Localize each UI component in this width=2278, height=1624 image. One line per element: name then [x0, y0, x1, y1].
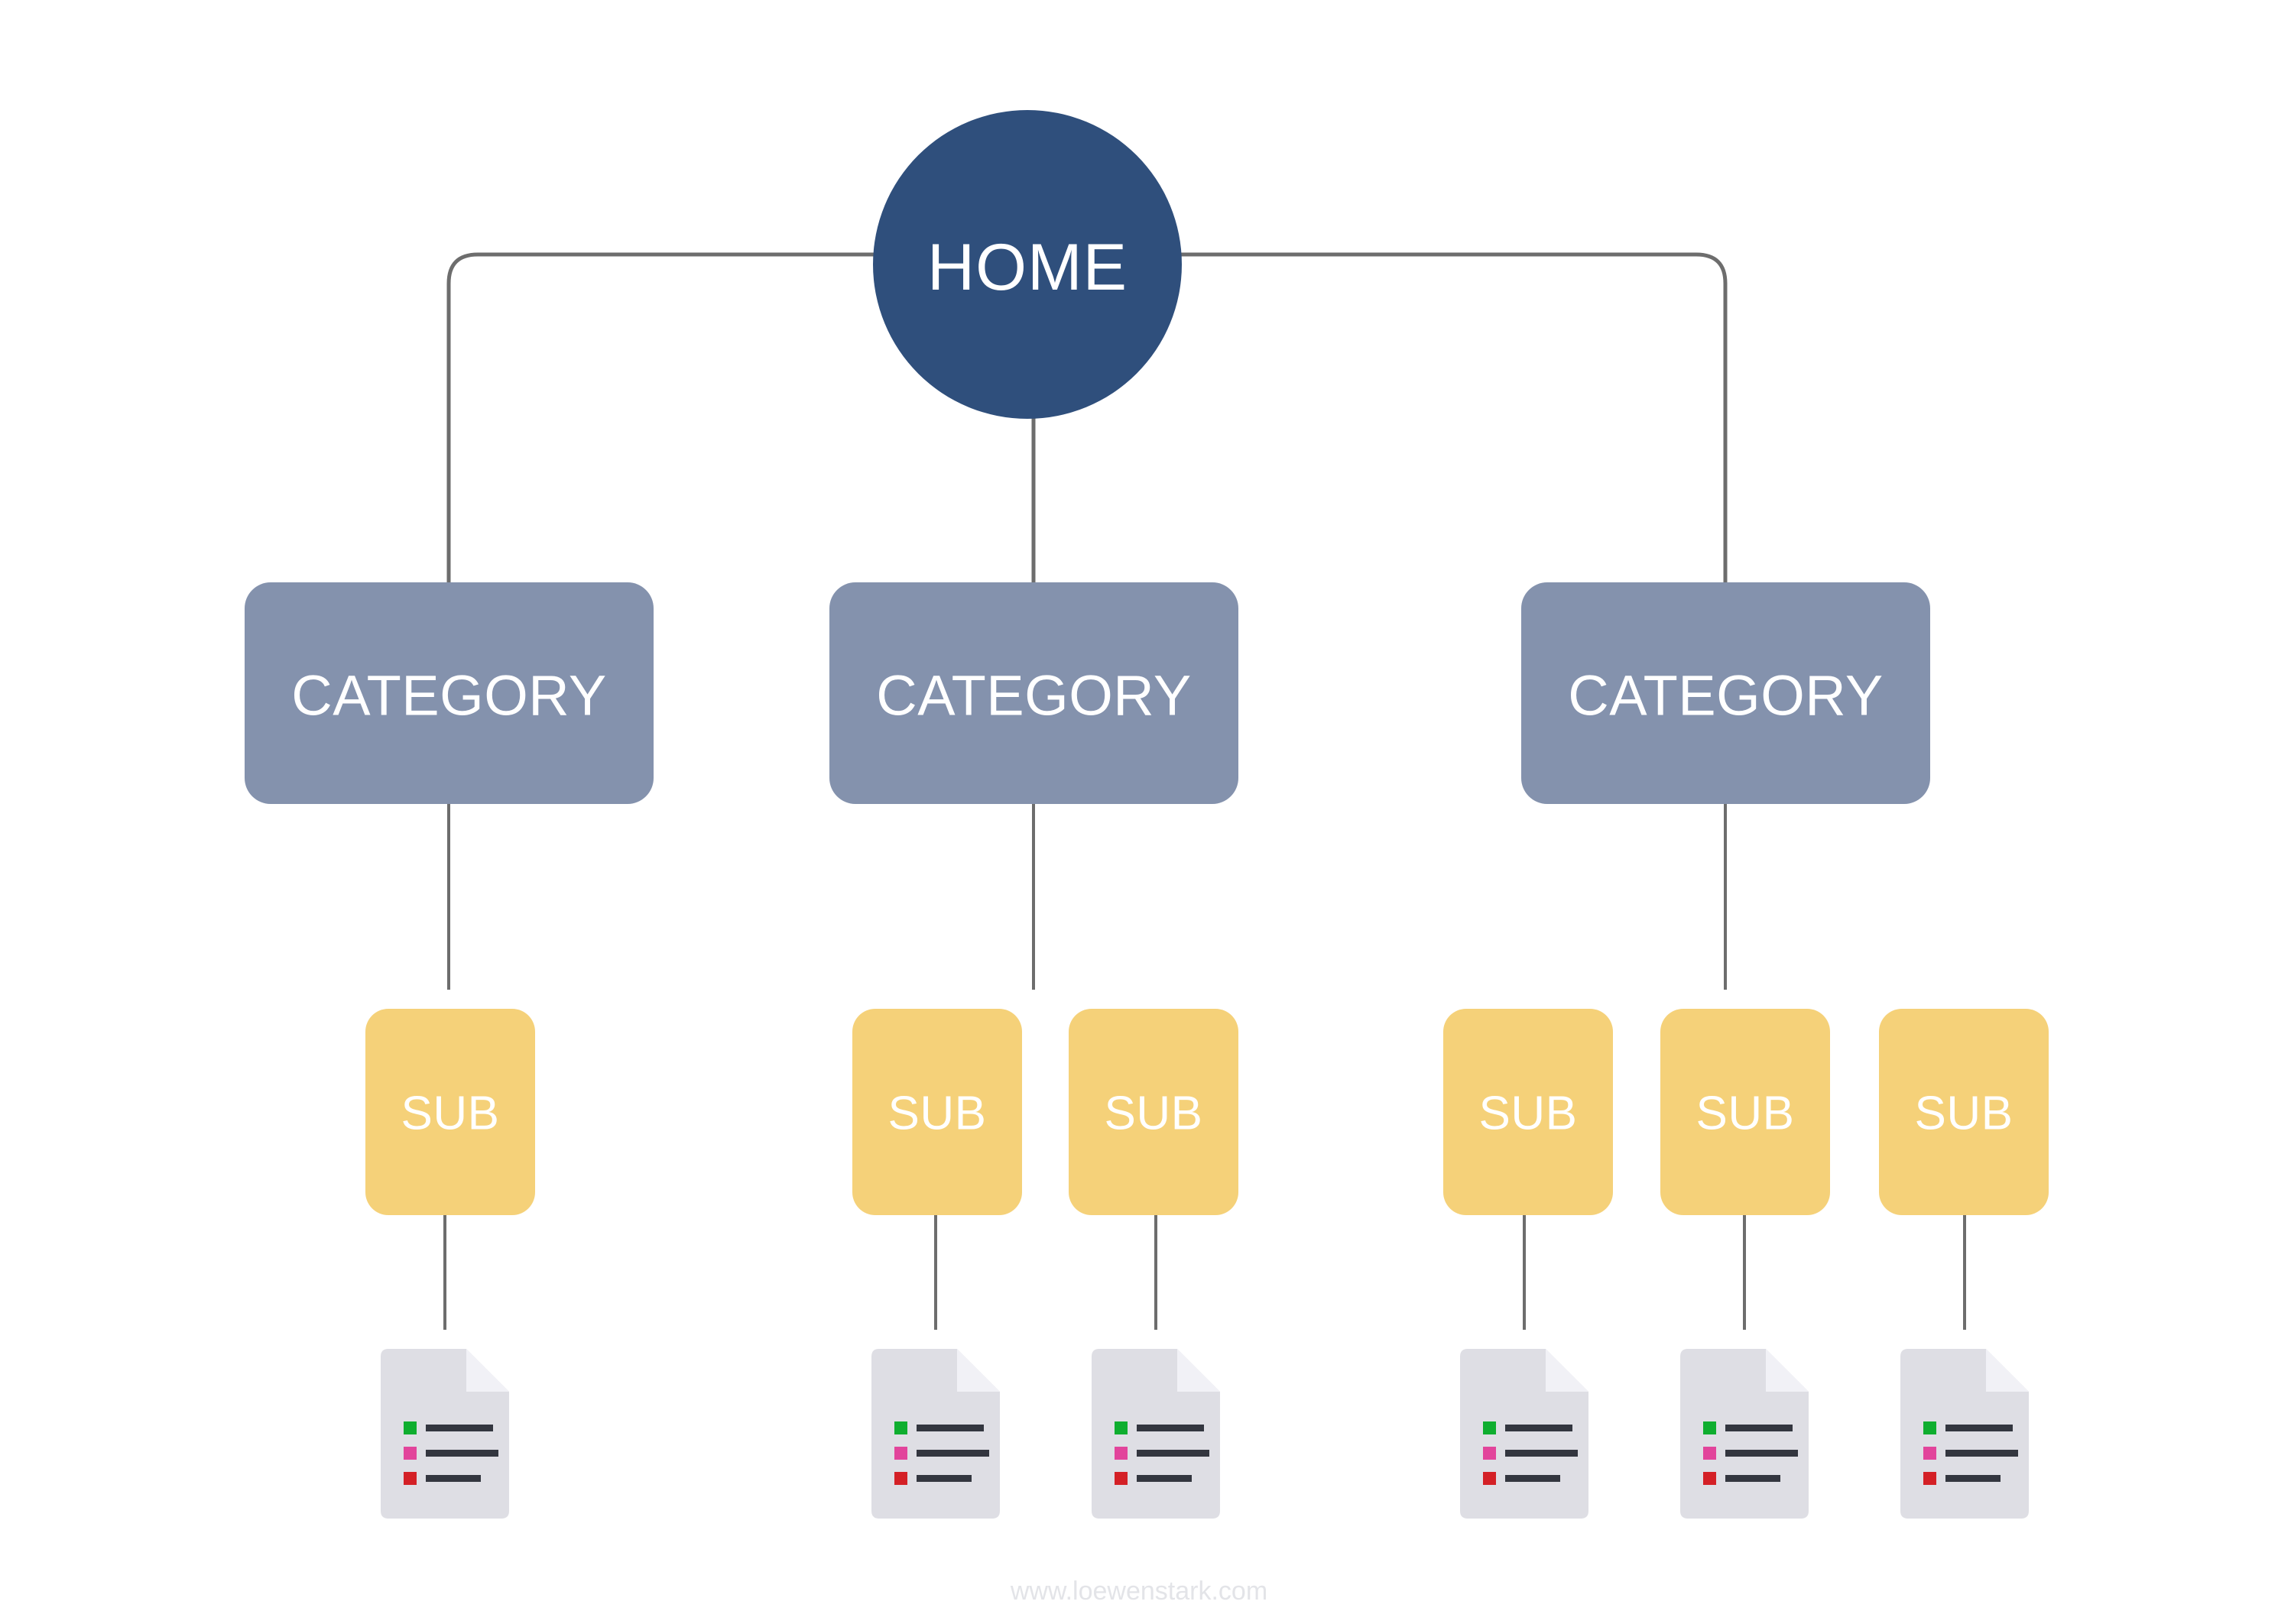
document-bullet-3 — [1923, 1472, 1936, 1485]
sub-node-label-3-2: SUB — [1696, 1088, 1795, 1140]
document-text-line-2 — [426, 1450, 498, 1457]
sub-node-label-2-1: SUB — [888, 1088, 987, 1140]
document-text-line-1 — [1945, 1425, 2013, 1431]
sub-node-label-3-1: SUB — [1479, 1088, 1578, 1140]
document-bullet-1 — [404, 1421, 417, 1434]
document-text-line-1 — [1505, 1425, 1572, 1431]
document-text-line-3 — [1505, 1475, 1560, 1482]
document-bullet-1 — [1703, 1421, 1716, 1434]
document-text-line-3 — [917, 1475, 972, 1482]
sitemap-diagram: HOME CATEGORY SUB CATEGORY SUB SUB CATEGORY SUB… — [245, 110, 2049, 1606]
nodes-group: HOME CATEGORY SUB CATEGORY SUB SUB CATEGORY SUB… — [245, 110, 2049, 1215]
document-text-line-3 — [1725, 1475, 1780, 1482]
document-text-line-2 — [1505, 1450, 1578, 1457]
document-text-line-3 — [1945, 1475, 2001, 1482]
connector-home-to-category-3 — [1179, 252, 1728, 582]
sitemap-diagram-canvas: HOME CATEGORY SUB CATEGORY SUB SUB CATEGORY SUB… — [0, 0, 2278, 1624]
document-fold-corner — [1986, 1349, 2029, 1392]
document-bullet-3 — [1483, 1472, 1496, 1485]
document-bullet-2 — [404, 1447, 417, 1460]
document-text-line-1 — [426, 1425, 493, 1431]
document-bullet-1 — [1483, 1421, 1496, 1434]
document-icon[interactable] — [1092, 1349, 1220, 1519]
document-bullet-3 — [404, 1472, 417, 1485]
document-text-line-2 — [1137, 1450, 1209, 1457]
document-fold-corner — [1766, 1349, 1809, 1392]
document-icons-group — [381, 1349, 2029, 1519]
document-bullet-3 — [894, 1472, 907, 1485]
document-fold-corner — [957, 1349, 1000, 1392]
category-node-label-3: CATEGORY — [1568, 664, 1883, 728]
document-bullet-1 — [1115, 1421, 1128, 1434]
document-icon[interactable] — [1900, 1349, 2029, 1519]
document-text-line-1 — [917, 1425, 984, 1431]
document-bullet-2 — [1923, 1447, 1936, 1460]
document-text-line-3 — [1137, 1475, 1192, 1482]
connector-home-to-category-1 — [446, 252, 876, 582]
document-bullet-2 — [894, 1447, 907, 1460]
document-text-line-2 — [917, 1450, 989, 1457]
category-node-label-2: CATEGORY — [876, 664, 1191, 728]
sub-node-label-1-1: SUB — [401, 1088, 500, 1140]
document-text-line-2 — [1945, 1450, 2018, 1457]
home-node-label: HOME — [927, 231, 1128, 304]
document-fold-corner — [1546, 1349, 1588, 1392]
document-icon[interactable] — [871, 1349, 1000, 1519]
document-icon[interactable] — [1460, 1349, 1588, 1519]
watermark-label: www.loewenstark.com — [1010, 1577, 1267, 1606]
document-bullet-2 — [1483, 1447, 1496, 1460]
document-text-line-1 — [1725, 1425, 1793, 1431]
document-fold-corner — [466, 1349, 509, 1392]
document-fold-corner — [1177, 1349, 1220, 1392]
sub-node-label-2-2: SUB — [1105, 1088, 1203, 1140]
document-text-line-1 — [1137, 1425, 1204, 1431]
sub-node-label-3-3: SUB — [1915, 1088, 2014, 1140]
document-icon[interactable] — [381, 1349, 509, 1519]
document-text-line-2 — [1725, 1450, 1798, 1457]
document-bullet-3 — [1703, 1472, 1716, 1485]
document-bullet-2 — [1115, 1447, 1128, 1460]
document-bullet-3 — [1115, 1472, 1128, 1485]
category-node-label-1: CATEGORY — [291, 664, 606, 728]
document-bullet-1 — [894, 1421, 907, 1434]
document-bullet-1 — [1923, 1421, 1936, 1434]
document-text-line-3 — [426, 1475, 481, 1482]
document-icon[interactable] — [1680, 1349, 1809, 1519]
document-bullet-2 — [1703, 1447, 1716, 1460]
